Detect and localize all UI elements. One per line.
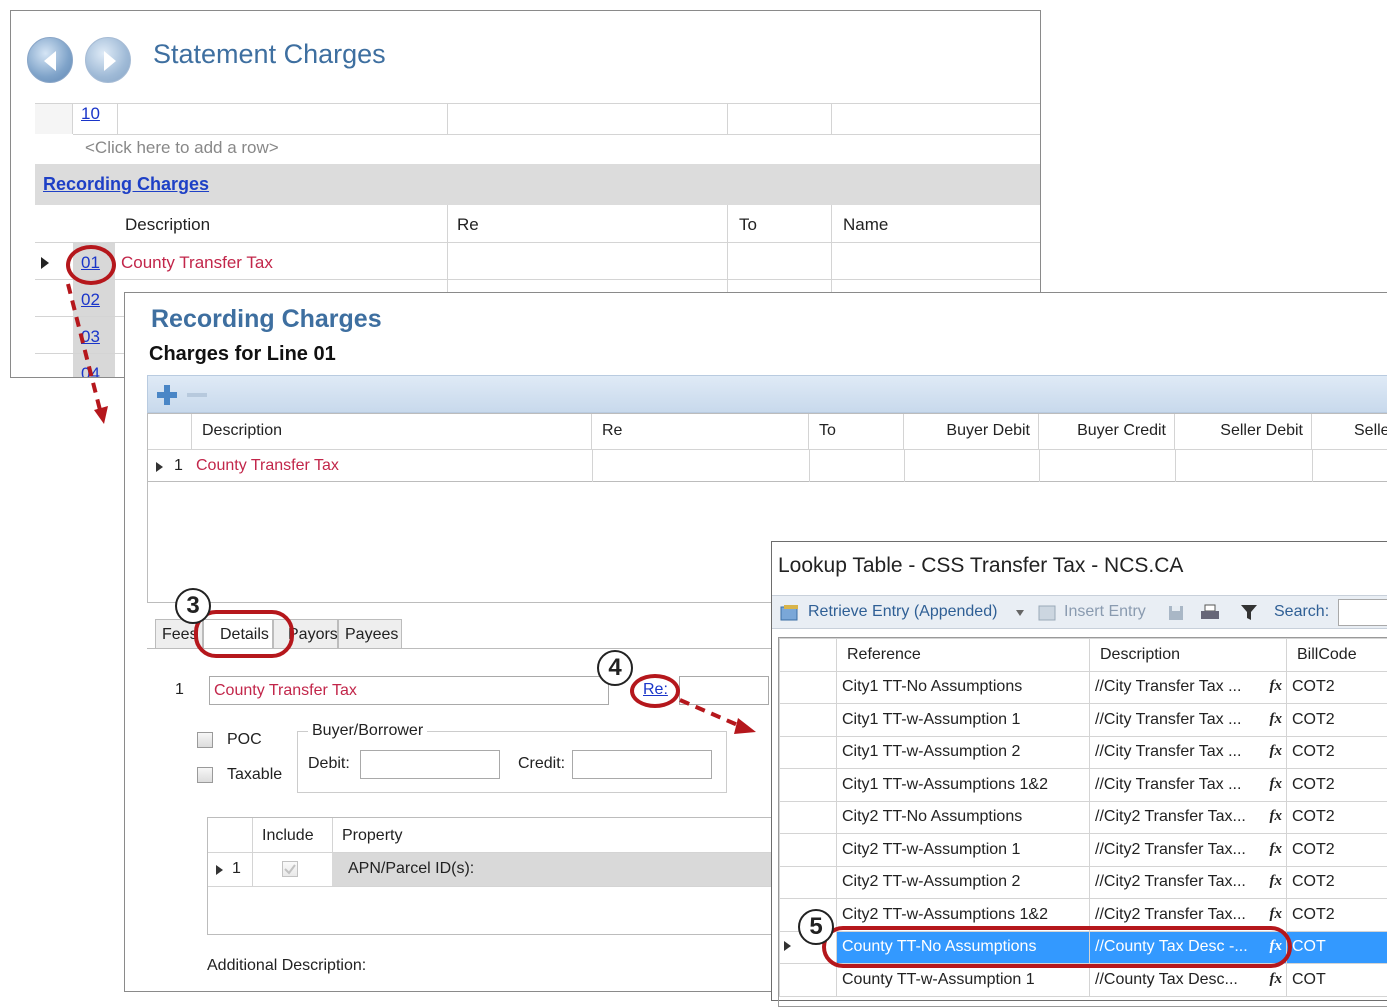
dashed-arrow-line [68,284,100,410]
arrow-head-icon [734,718,756,734]
dashed-arrow-line [680,700,740,726]
annotation-arrows [0,0,1387,979]
arrow-head-icon [94,406,108,424]
